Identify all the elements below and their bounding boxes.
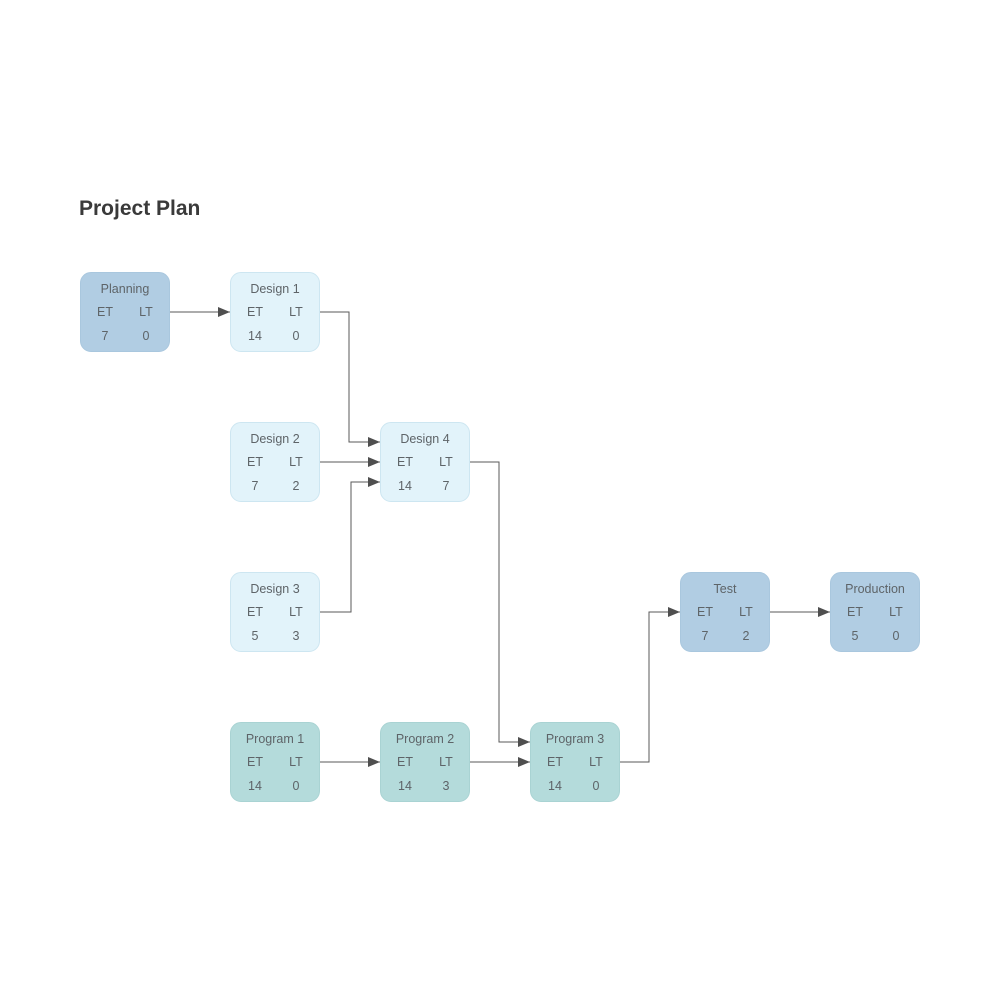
edge-design4-to-program3 (470, 461, 530, 747)
et-label: ET (397, 455, 413, 469)
et-label: ET (247, 455, 263, 469)
et-value: 14 (248, 329, 262, 343)
lt-label: LT (439, 755, 453, 769)
et-value: 14 (548, 779, 562, 793)
et-value: 7 (251, 479, 259, 493)
et-value: 14 (398, 779, 412, 793)
lt-value: 0 (892, 629, 900, 643)
et-value: 5 (251, 629, 259, 643)
node-production[interactable]: Production ET LT 5 0 (830, 572, 920, 652)
et-label: ET (247, 605, 263, 619)
lt-label: LT (289, 455, 303, 469)
lt-label: LT (739, 605, 753, 619)
lt-label: LT (889, 605, 903, 619)
et-value: 7 (101, 329, 109, 343)
node-name: Test (713, 582, 737, 596)
lt-value: 0 (292, 779, 300, 793)
node-name: Design 3 (250, 582, 300, 596)
node-design1[interactable]: Design 1 ET LT 14 0 (230, 272, 320, 352)
node-name: Program 2 (395, 732, 455, 746)
et-value: 14 (398, 479, 412, 493)
lt-label: LT (289, 755, 303, 769)
et-label: ET (697, 605, 713, 619)
lt-label: LT (139, 305, 153, 319)
lt-value: 3 (442, 779, 450, 793)
et-label: ET (97, 305, 113, 319)
edge-program3-to-test (620, 607, 680, 763)
edge-design1-to-design4 (320, 311, 380, 447)
node-planning[interactable]: Planning ET LT 7 0 (80, 272, 170, 352)
et-label: ET (547, 755, 563, 769)
node-program1[interactable]: Program 1 ET LT 14 0 (230, 722, 320, 802)
lt-value: 2 (292, 479, 300, 493)
et-label: ET (847, 605, 863, 619)
node-test[interactable]: Test ET LT 7 2 (680, 572, 770, 652)
et-value: 5 (851, 629, 859, 643)
node-name: Program 1 (245, 732, 305, 746)
node-name: Design 2 (250, 432, 300, 446)
et-value: 7 (701, 629, 709, 643)
node-design3[interactable]: Design 3 ET LT 5 3 (230, 572, 320, 652)
lt-value: 3 (292, 629, 300, 643)
et-value: 14 (248, 779, 262, 793)
lt-label: LT (289, 305, 303, 319)
lt-value: 0 (142, 329, 150, 343)
connectors (170, 307, 830, 767)
et-label: ET (247, 305, 263, 319)
node-name: Design 1 (250, 282, 300, 296)
node-name: Production (845, 582, 905, 596)
lt-label: LT (289, 605, 303, 619)
lt-label: LT (439, 455, 453, 469)
lt-label: LT (589, 755, 603, 769)
edge-design3-to-design4 (320, 477, 380, 613)
lt-value: 0 (592, 779, 600, 793)
node-name: Program 3 (545, 732, 605, 746)
et-label: ET (397, 755, 413, 769)
node-program2[interactable]: Program 2 ET LT 14 3 (380, 722, 470, 802)
lt-value: 0 (292, 329, 300, 343)
node-name: Planning (100, 282, 150, 296)
node-design2[interactable]: Design 2 ET LT 7 2 (230, 422, 320, 502)
node-name: Design 4 (400, 432, 450, 446)
et-label: ET (247, 755, 263, 769)
lt-value: 7 (442, 479, 450, 493)
node-program3[interactable]: Program 3 ET LT 14 0 (530, 722, 620, 802)
lt-value: 2 (742, 629, 750, 643)
node-design4[interactable]: Design 4 ET LT 14 7 (380, 422, 470, 502)
